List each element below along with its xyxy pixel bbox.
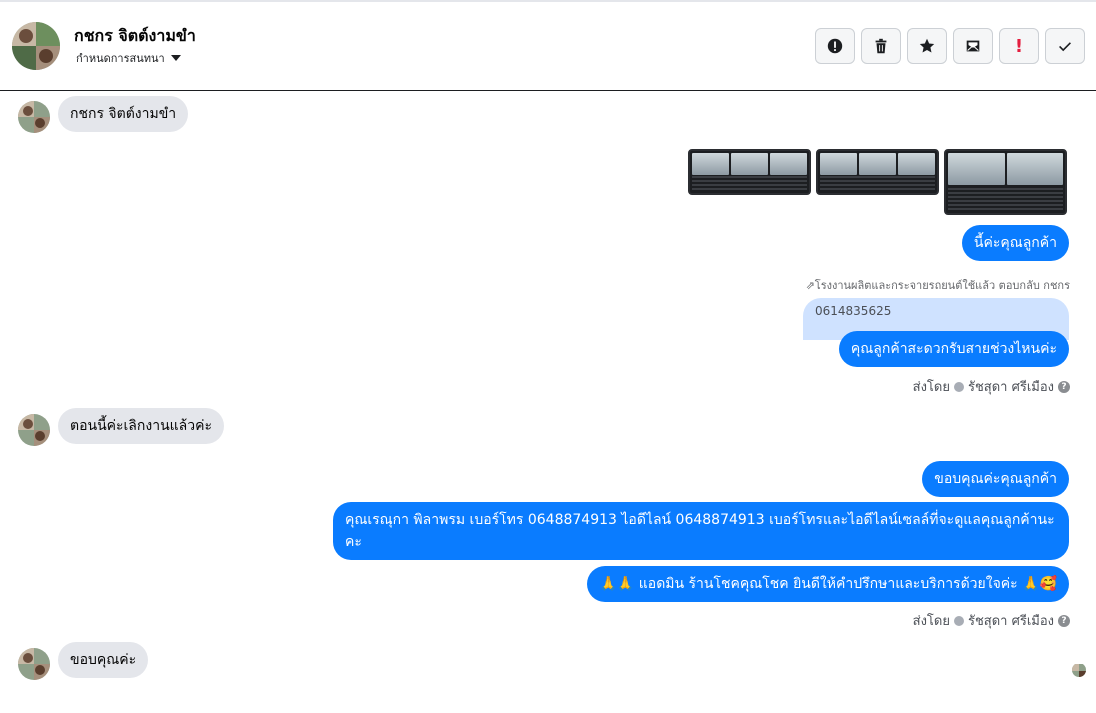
incoming-message[interactable]: ตอนนี้ค่ะเลิกงานแล้วค่ะ — [58, 408, 224, 444]
follow-up-button[interactable]: ! — [999, 28, 1039, 64]
pray-smile-emoji-icon: 🙏🥰 — [1022, 576, 1057, 592]
sender-name[interactable]: รัชสุดา ศรีเมือง — [968, 610, 1054, 631]
incoming-message[interactable]: กชกร จิตต์งามขำ — [58, 96, 189, 132]
incoming-message[interactable]: ขอบคุณค่ะ — [58, 642, 149, 678]
reply-context-text: โรงงานผลิตและกระจายรถยนต์ใช้แล้ว ตอบกลับ… — [814, 279, 1070, 292]
conversation-header: กชกร จิตต์งามขำ กำหนดการสนทนา ! — [0, 2, 1096, 91]
follow-up-icon: ! — [1014, 35, 1024, 57]
star-icon — [919, 38, 935, 53]
sender-avatar-icon — [953, 615, 964, 626]
sent-by-prefix: ส่งโดย — [912, 380, 950, 395]
sender-name[interactable]: รัชสุดา ศรีเมือง — [968, 376, 1054, 397]
outgoing-message[interactable]: 🙏🙏 แอดมิน ร้านโชคคุณโชค ยินดีให้คำปรึกษา… — [587, 566, 1069, 602]
header-actions: ! — [815, 28, 1085, 64]
car-image-attachment[interactable] — [688, 149, 811, 195]
seen-receipt-avatar — [1072, 663, 1086, 677]
contact-avatar[interactable] — [12, 22, 60, 70]
sent-by-prefix: ส่งโดย — [912, 614, 950, 629]
outgoing-message[interactable]: ขอบคุณค่ะคุณลูกค้า — [922, 461, 1069, 497]
help-icon[interactable]: ? — [1058, 380, 1070, 393]
mark-done-button[interactable] — [1045, 28, 1085, 64]
help-icon[interactable]: ? — [1058, 614, 1070, 627]
contact-avatar-small[interactable] — [18, 101, 50, 133]
mail-icon — [966, 40, 980, 52]
contact-name[interactable]: กชกร จิตต์งามขำ — [74, 24, 196, 49]
contact-avatar-small[interactable] — [18, 414, 50, 446]
outgoing-message-text: แอดมิน ร้านโชคคุณโชค ยินดีให้คำปรึกษาและ… — [638, 576, 1018, 592]
car-image-attachment[interactable] — [944, 149, 1067, 215]
sent-by-label: ส่งโดย รัชสุดา ศรีเมือง ? — [913, 376, 1070, 397]
outgoing-message[interactable]: คุณเรณุกา พิลาพรม เบอร์โทร 0648874913 ไอ… — [333, 502, 1069, 560]
reply-arrow-icon: ⇗ — [805, 279, 815, 292]
conversation-schedule-label: กำหนดการสนทนา — [76, 52, 165, 65]
sent-by-label: ส่งโดย รัชสุดา ศรีเมือง ? — [913, 610, 1070, 631]
trash-icon — [875, 38, 887, 54]
pray-emoji-icon: 🙏🙏 — [599, 576, 635, 592]
car-image-attachment[interactable] — [816, 149, 939, 195]
conversation-schedule-dropdown[interactable]: กำหนดการสนทนา — [76, 49, 181, 67]
reply-context: ⇗โรงงานผลิตและกระจายรถยนต์ใช้แล้ว ตอบกลั… — [806, 276, 1070, 294]
alert-circle-icon — [827, 38, 843, 54]
outgoing-message[interactable]: นี้ค่ะคุณลูกค้า — [961, 225, 1069, 261]
spam-alert-button[interactable] — [815, 28, 855, 64]
outgoing-message[interactable]: คุณลูกค้าสะดวกรับสายช่วงไหนค่ะ — [838, 331, 1069, 367]
contact-avatar-small[interactable] — [18, 648, 50, 680]
check-icon — [1059, 42, 1071, 52]
mark-unread-button[interactable] — [953, 28, 993, 64]
delete-button[interactable] — [861, 28, 901, 64]
caret-down-icon — [170, 55, 181, 61]
sender-avatar-icon — [953, 381, 964, 392]
star-button[interactable] — [907, 28, 947, 64]
